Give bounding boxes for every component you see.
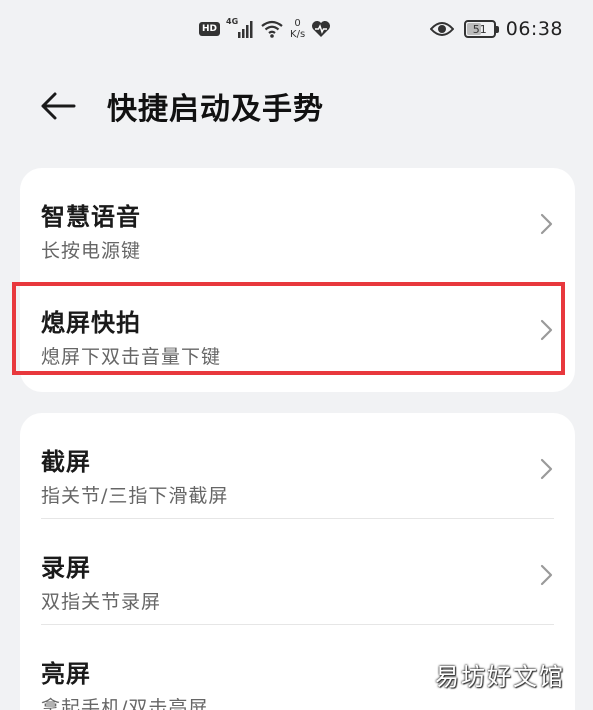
net-speed-value: 0 bbox=[294, 18, 301, 29]
clock: 06:38 bbox=[505, 18, 563, 40]
status-bar: HD 4G 0 K/s 51 06:38 bbox=[0, 0, 593, 62]
battery-icon: 51 bbox=[463, 20, 499, 38]
item-title: 截屏 bbox=[41, 448, 91, 476]
status-right: 51 06:38 bbox=[429, 18, 563, 40]
watermark-text: 易坊好文馆 bbox=[435, 663, 565, 691]
hd-icon: HD bbox=[199, 22, 221, 36]
settings-group-1: 智慧语音 长按电源键 熄屏快拍 熄屏下双击音量下键 bbox=[20, 168, 575, 392]
item-subtitle: 熄屏下双击音量下键 bbox=[41, 346, 222, 368]
item-subtitle: 双指关节录屏 bbox=[41, 591, 162, 613]
list-item-screen-off-snapshot[interactable]: 熄屏快拍 熄屏下双击音量下键 bbox=[20, 274, 575, 380]
status-left: HD 4G 0 K/s bbox=[199, 17, 331, 40]
item-subtitle: 长按电源键 bbox=[41, 240, 142, 262]
list-item-screen-record[interactable]: 录屏 双指关节录屏 bbox=[20, 519, 575, 625]
screen: HD 4G 0 K/s 51 06:38 快捷启动及手势 智慧语音 长按电源键 … bbox=[0, 0, 593, 710]
net-speed-unit: K/s bbox=[290, 29, 306, 40]
list-item-screenshot[interactable]: 截屏 指关节/三指下滑截屏 bbox=[20, 413, 575, 519]
heart-icon bbox=[311, 20, 331, 38]
chevron-right-icon bbox=[540, 213, 553, 235]
arrow-left-icon bbox=[41, 92, 76, 120]
list-item-smart-voice[interactable]: 智慧语音 长按电源键 bbox=[20, 168, 575, 274]
chevron-right-icon bbox=[540, 564, 553, 586]
watermark: 易坊好文馆 bbox=[435, 657, 565, 692]
battery-level: 51 bbox=[472, 22, 487, 36]
chevron-right-icon bbox=[540, 319, 553, 341]
page-title: 快捷启动及手势 bbox=[107, 92, 324, 127]
signal-icon: 4G bbox=[226, 17, 254, 39]
item-subtitle: 拿起手机/双击亮屏 bbox=[41, 697, 209, 710]
wifi-icon bbox=[260, 19, 284, 39]
item-title: 智慧语音 bbox=[41, 203, 141, 231]
eye-icon bbox=[429, 20, 455, 38]
chevron-right-icon bbox=[540, 458, 553, 480]
header: 快捷启动及手势 bbox=[0, 78, 593, 134]
item-title: 录屏 bbox=[41, 554, 91, 582]
item-title: 熄屏快拍 bbox=[41, 309, 141, 337]
net-speed: 0 K/s bbox=[290, 18, 305, 40]
back-button[interactable] bbox=[38, 86, 78, 126]
item-title: 亮屏 bbox=[41, 660, 91, 688]
item-subtitle: 指关节/三指下滑截屏 bbox=[41, 485, 229, 507]
